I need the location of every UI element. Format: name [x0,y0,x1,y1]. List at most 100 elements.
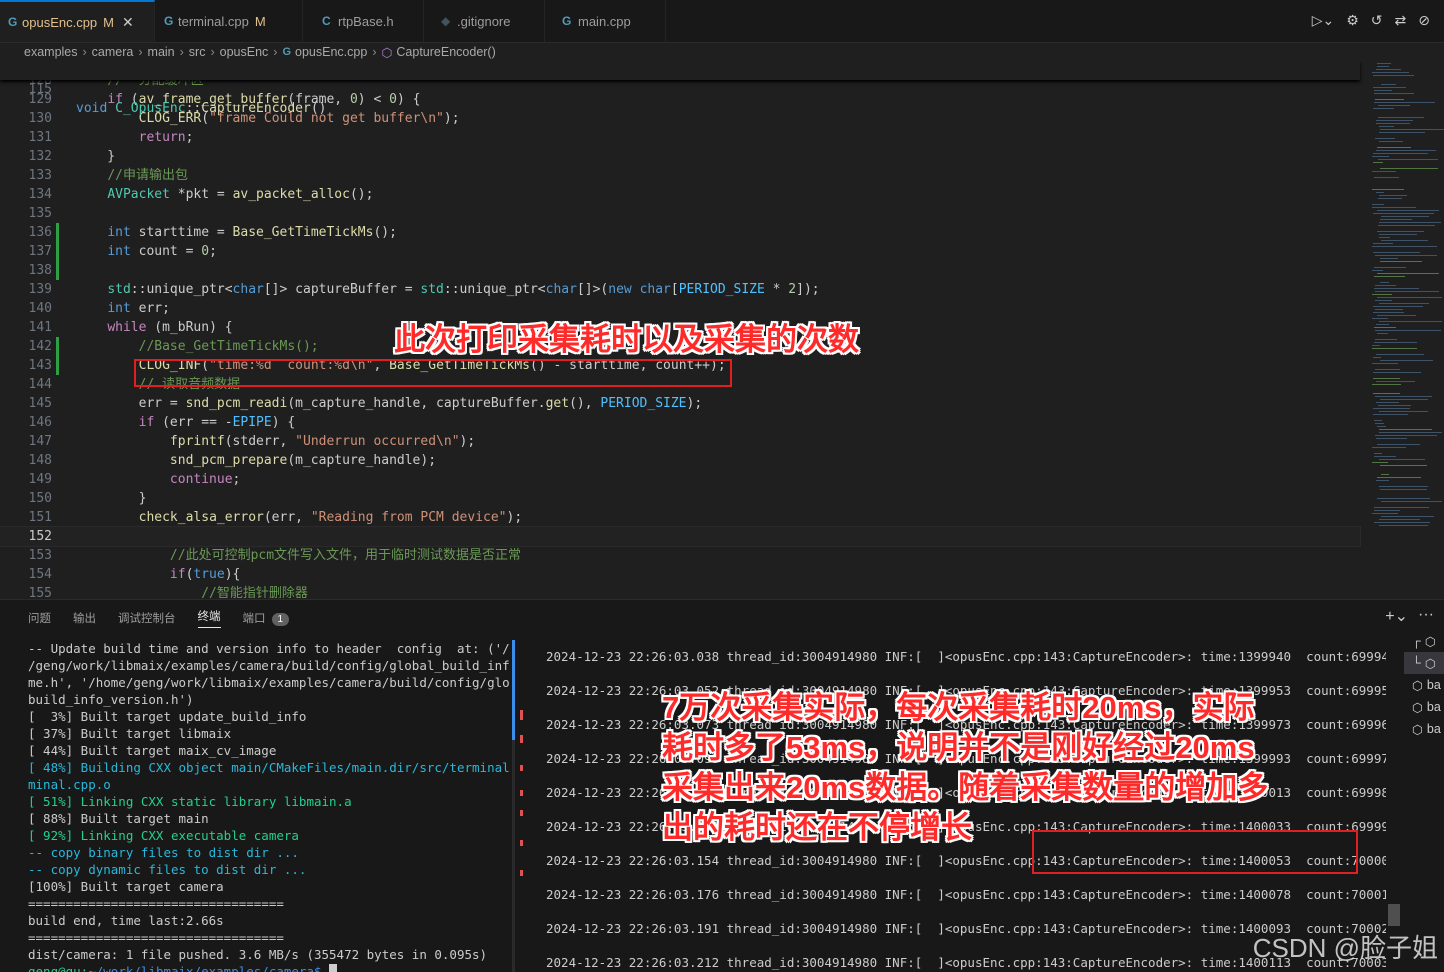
more-actions-icon[interactable]: ··· [1418,606,1434,626]
terminal-instance[interactable]: ⬡ ba [1404,718,1444,740]
tab-problems[interactable]: 问题 [28,610,51,626]
minimap-line [1373,252,1420,253]
minimap-line [1372,318,1388,319]
minimap-line [1374,177,1399,178]
tab-debug-console[interactable]: 调试控制台 [118,610,176,626]
tree-branch-icon: ┌ [1412,634,1421,648]
code-line[interactable]: 139 std::unique_ptr<char[]> captureBuffe… [0,280,1360,299]
code-line[interactable]: 132 } [0,147,1360,166]
terminal-cube-icon: ⬡ [1412,700,1423,715]
minimap-line [1375,255,1437,256]
terminal-instance[interactable]: └ ⬡ [1404,652,1444,674]
line-number: 145 [28,396,52,411]
scroll-marker [520,790,523,796]
minimap-line [1374,522,1430,523]
breadcrumb-item[interactable]: examples [24,45,78,59]
tab-rtpbase-h[interactable]: C rtpBase.h [304,0,424,42]
code-line[interactable]: 152 [0,526,1361,547]
minimap-line [1372,513,1398,514]
git-added-marker [56,261,59,280]
code-line[interactable]: 136 int starttime = Base_GetTimeTickMs()… [0,223,1360,242]
breadcrumb-item[interactable]: CaptureEncoder() [396,45,495,59]
tab-terminal[interactable]: 终端 [197,608,221,628]
breadcrumb-item[interactable]: opusEnc.cpp [295,45,367,59]
code-line[interactable]: 147 fprintf(stderr, "Underrun occurred\n… [0,432,1360,451]
breadcrumb-item[interactable]: opusEnc [220,45,269,59]
settings-gear-icon[interactable]: ⚙ [1346,12,1359,29]
tab-ports[interactable]: 端口 1 [243,610,290,626]
terminal-instance[interactable]: ⬡ ba [1404,674,1444,696]
minimap-line [1373,162,1383,163]
code-line[interactable]: 151 check_alsa_error(err, "Reading from … [0,508,1360,527]
minimap[interactable] [1366,61,1444,598]
terminal-line: [ 88%] Built target main [28,811,209,826]
code-line[interactable]: 134 AVPacket *pkt = av_packet_alloc(); [0,185,1360,204]
minimap-line [1375,423,1384,424]
tab-main-cpp[interactable]: G main.cpp [546,0,666,42]
terminal-instance-label: ba [1426,722,1441,736]
new-terminal-icon[interactable]: +⌄ [1385,606,1408,626]
line-number: 138 [28,263,52,278]
code-line[interactable]: 145 err = snd_pcm_readi(m_capture_handle… [0,394,1360,413]
terminal-instance[interactable]: ┌ ⬡ [1404,630,1444,652]
minimap-line [1381,516,1434,517]
minimap-line [1373,306,1423,307]
breadcrumb-item[interactable]: camera [92,45,134,59]
terminal-instance[interactable]: ⬡ ba [1404,696,1444,718]
tab-gitignore[interactable]: ◆ .gitignore [425,0,545,42]
code-text: int err; [107,301,170,316]
minimap-line [1378,405,1411,406]
line-number: 135 [28,206,52,221]
code-line[interactable]: 154 if(true){ [0,565,1360,584]
code-line[interactable]: 138 [0,261,1360,280]
line-number: 141 [28,320,52,335]
code-text: err = snd_pcm_readi(m_capture_handle, ca… [76,396,703,411]
minimap-line [1373,243,1393,244]
code-line[interactable]: 131 return; [0,128,1360,147]
terminal-line: -- copy binary files to dist dir ... [28,845,299,860]
modified-indicator: M [103,14,115,30]
minimap-line [1379,519,1420,520]
tab-opusenc-cpp[interactable]: G opusEnc.cpp M ✕ [0,0,155,42]
code-line[interactable]: 135 [0,204,1360,223]
tab-terminal-cpp[interactable]: G terminal.cpp M [156,0,303,42]
minimap-line [1376,324,1389,325]
minimap-line [1377,147,1411,148]
code-text: while (m_bRun) { [107,320,233,335]
minimap-line [1374,93,1414,94]
minimap-line [1376,120,1413,121]
code-text: if (err == -EPIPE) { [138,415,296,430]
minimap-line [1379,486,1428,487]
terminal-line: -- copy dynamic files to dist dir ... [28,862,307,877]
code-line[interactable]: 153 //此处可控制pcm文件写入文件，用于临时测试数据是否正常 [0,546,1360,565]
line-number: 146 [28,415,52,430]
tab-output[interactable]: 输出 [73,610,96,626]
breadcrumb-item[interactable]: main [148,45,175,59]
sticky-scroll-line[interactable]: 115 void C_OpusEnc::CaptureEncoder() [0,61,1360,116]
source-control-compare-icon[interactable]: ⇄ [1395,12,1407,29]
minimap-line [1374,342,1417,343]
terminal-line: [ 3%] Built target update_build_info [28,709,307,724]
code-line[interactable]: 148 snd_pcm_prepare(m_capture_handle); [0,451,1360,470]
scrollbar-thumb[interactable] [1388,904,1400,926]
line-number: 154 [28,567,52,582]
code-line[interactable]: 137 int count = 0; [0,242,1360,261]
code-line[interactable]: 133 //申请输出包 [0,166,1360,185]
cpp-file-icon: G [562,14,572,28]
code-line[interactable]: 150 } [0,489,1360,508]
minimap-line [1378,117,1424,118]
history-icon[interactable]: ↺ [1371,12,1383,29]
git-added-marker [56,337,59,356]
toggle-inline-icon[interactable]: ⊘ [1418,12,1430,29]
minimap-line [1376,480,1389,481]
code-line[interactable]: 149 continue; [0,470,1360,489]
tab-ports-label: 端口 [242,613,266,625]
close-icon[interactable]: ✕ [122,14,134,31]
run-debug-icon[interactable]: ▷⌄ [1312,12,1335,29]
terminal-left[interactable]: -- Update build time and version info to… [28,640,510,972]
minimap-line [1372,171,1396,172]
breadcrumb-item[interactable]: src [189,45,206,59]
code-line[interactable]: 146 if (err == -EPIPE) { [0,413,1360,432]
code-line[interactable]: 155 //智能指针删除器 [0,584,1360,598]
terminal-scrollbar[interactable] [1388,640,1400,970]
